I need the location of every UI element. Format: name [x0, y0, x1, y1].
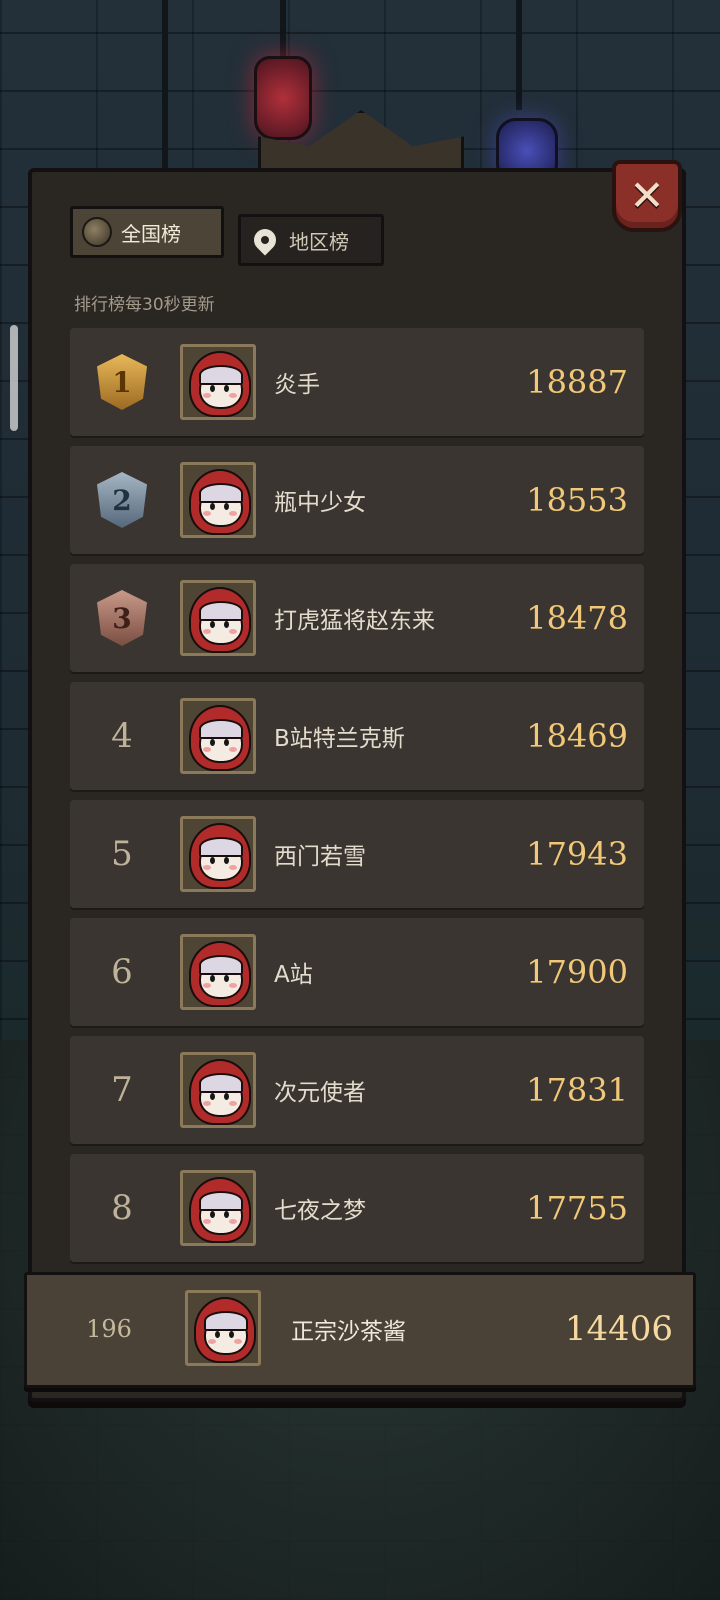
player-score: 18469 — [526, 717, 628, 755]
player-score: 17755 — [526, 1189, 628, 1227]
hanging-rope — [516, 0, 522, 110]
player-avatar[interactable] — [180, 344, 256, 420]
leaderboard-row[interactable]: 2 瓶中少女 18553 — [70, 446, 644, 554]
rank-number: 8 — [111, 1188, 133, 1228]
my-avatar[interactable] — [185, 1290, 261, 1366]
my-name: 正宗沙茶酱 — [291, 1319, 406, 1345]
leaderboard-row[interactable]: 8 七夜之梦 17755 — [70, 1154, 644, 1262]
player-avatar[interactable] — [180, 816, 256, 892]
silver-medal-icon: 2 — [97, 472, 147, 528]
player-score: 18553 — [526, 481, 628, 519]
close-button[interactable]: ✕ — [612, 160, 682, 232]
hanging-rope — [280, 0, 286, 60]
player-name: A站 — [274, 962, 313, 988]
leaderboard-row[interactable]: 5 西门若雪 17943 — [70, 800, 644, 908]
leaderboard-row[interactable]: 4 B站特兰克斯 18469 — [70, 682, 644, 790]
player-name: 次元使者 — [274, 1080, 366, 1106]
leaderboard-row[interactable]: 6 A站 17900 — [70, 918, 644, 1026]
rank-number: 5 — [111, 834, 133, 874]
player-avatar[interactable] — [180, 462, 256, 538]
leaderboard-row[interactable]: 7 次元使者 17831 — [70, 1036, 644, 1144]
red-jar-decoration — [254, 56, 312, 140]
close-x-icon: ✕ — [629, 171, 665, 220]
gold-medal-icon: 1 — [97, 354, 147, 410]
tab-national-leaderboard[interactable]: 全国榜 — [70, 206, 224, 258]
rank-number: 7 — [111, 1070, 133, 1110]
my-rank-bar[interactable]: 196 正宗沙茶酱 14406 — [24, 1272, 696, 1388]
player-avatar[interactable] — [180, 1170, 256, 1246]
player-name: 瓶中少女 — [274, 490, 366, 516]
location-pin-icon — [249, 224, 281, 256]
bronze-medal-icon: 3 — [97, 590, 147, 646]
my-score: 14406 — [564, 1309, 673, 1349]
globe-icon — [82, 217, 112, 247]
tab-label: 全国榜 — [121, 221, 181, 246]
player-score: 18887 — [526, 363, 628, 401]
rank-number: 4 — [111, 716, 133, 756]
tab-region-leaderboard[interactable]: 地区榜 — [238, 214, 384, 266]
player-name: 炎手 — [274, 372, 320, 398]
player-name: B站特兰克斯 — [274, 726, 405, 752]
player-name: 七夜之梦 — [274, 1198, 366, 1224]
player-avatar[interactable] — [180, 580, 256, 656]
player-avatar[interactable] — [180, 934, 256, 1010]
side-scrollbar[interactable] — [10, 325, 18, 431]
rank-number: 6 — [111, 952, 133, 992]
hanging-rope — [162, 0, 168, 170]
player-avatar[interactable] — [180, 698, 256, 774]
player-score: 17943 — [526, 835, 628, 873]
leaderboard-row[interactable]: 1 炎手 18887 — [70, 328, 644, 436]
player-score: 17831 — [526, 1071, 628, 1109]
player-name: 打虎猛将赵东来 — [274, 608, 435, 634]
player-avatar[interactable] — [180, 1052, 256, 1128]
player-score: 17900 — [526, 953, 628, 991]
player-score: 18478 — [526, 599, 628, 637]
refresh-hint: 排行榜每30秒更新 — [74, 295, 215, 315]
my-rank-number: 196 — [86, 1315, 132, 1343]
player-name: 西门若雪 — [274, 844, 366, 870]
tab-label: 地区榜 — [289, 229, 349, 254]
leaderboard-row[interactable]: 3 打虎猛将赵东来 18478 — [70, 564, 644, 672]
